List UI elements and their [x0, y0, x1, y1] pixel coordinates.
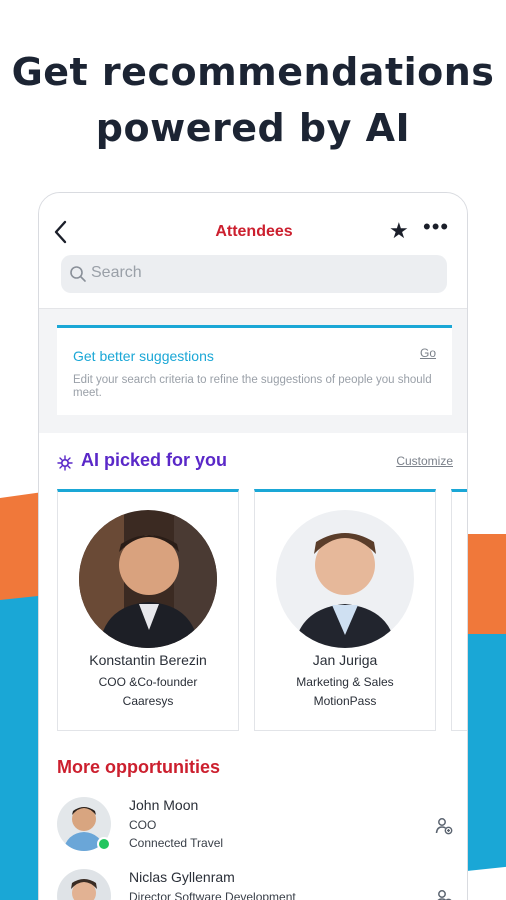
search-icon [70, 266, 86, 282]
search-placeholder: Search [91, 264, 142, 281]
person-company: Connected Travel [129, 836, 224, 850]
online-status-indicator [97, 837, 111, 851]
phone-screen: Attendees ★ ••• Search Get better sugges… [38, 192, 468, 900]
headline-line-1: Get recommendations [11, 50, 495, 94]
list-item[interactable]: Niclas Gyllenram Director Software Devel… [39, 869, 467, 900]
go-link[interactable]: Go [420, 346, 436, 360]
person-card-next[interactable] [451, 489, 467, 731]
more-horizontal-icon: ••• [423, 214, 450, 239]
person-name: Jan Juriga [312, 652, 378, 668]
ai-section-title: AI picked for you [81, 450, 228, 470]
avatar [79, 510, 217, 648]
suggestion-card: Get better suggestions Go Edit your sear… [57, 325, 452, 415]
person-role: Marketing & Sales [296, 675, 394, 689]
person-company: MotionPass [313, 694, 377, 708]
add-contact-icon[interactable] [435, 889, 453, 900]
person-name: Konstantin Berezin [89, 652, 207, 668]
promo-headline: Get recommendations powered by AI [0, 44, 506, 156]
top-bar: Attendees ★ ••• Search [39, 193, 467, 309]
suggestion-description: Edit your search criteria to refine the … [73, 374, 432, 399]
person-card[interactable]: Jan Juriga Marketing & Sales MotionPass [254, 489, 436, 731]
ai-picked-section: AI picked for you Customize Konstantin B… [39, 433, 467, 743]
star-icon: ★ [389, 218, 409, 243]
person-card[interactable]: Konstantin Berezin COO &Co-founder Caare… [57, 489, 239, 731]
person-company: Caaresys [122, 694, 174, 708]
list-item[interactable]: John Moon COO Connected Travel [39, 797, 467, 867]
person-role: COO &Co-founder [98, 675, 198, 689]
favorite-button[interactable]: ★ [389, 219, 409, 243]
more-options-button[interactable]: ••• [423, 215, 449, 239]
avatar [57, 869, 111, 900]
more-opportunities-section: More opportunities John Moon COO Connect… [39, 743, 467, 900]
ai-sparkle-icon [57, 455, 73, 471]
headline-line-2: powered by AI [95, 106, 411, 150]
customize-link[interactable]: Customize [396, 454, 453, 468]
person-name: Niclas Gyllenram [129, 869, 235, 885]
person-role: COO [129, 818, 157, 832]
search-input[interactable]: Search [61, 255, 447, 293]
person-role: Director Software Development [129, 890, 296, 900]
avatar [276, 510, 414, 648]
person-name: John Moon [129, 797, 199, 813]
more-opportunities-title: More opportunities [57, 757, 220, 777]
suggestion-title: Get better suggestions [73, 348, 214, 364]
add-contact-icon[interactable] [435, 817, 453, 835]
